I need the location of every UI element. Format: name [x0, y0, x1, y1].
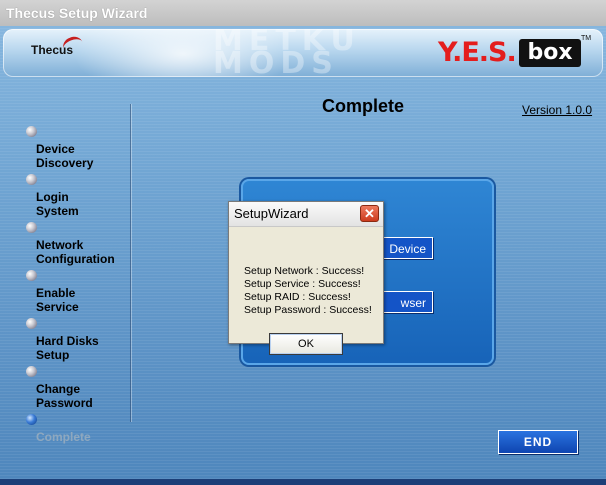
step-label-current: Complete — [36, 430, 91, 444]
step-bullet-icon — [26, 270, 37, 281]
setup-wizard-dialog: SetupWizard ✕ Setup Network : Success! S… — [228, 201, 384, 355]
dialog-title: SetupWizard — [234, 206, 309, 221]
window-title-bar[interactable]: Thecus Setup Wizard — [0, 0, 606, 26]
box-logo: box — [519, 39, 581, 67]
sidebar-divider — [130, 104, 131, 422]
step-label: Enable Service — [36, 286, 79, 314]
yes-logo: Y.E.S. — [438, 37, 517, 68]
step-label: Login System — [36, 190, 79, 218]
step-bullet-icon — [26, 222, 37, 233]
end-button[interactable]: END — [498, 430, 578, 454]
dialog-message-line: Setup Service : Success! — [244, 278, 361, 290]
header-banner: METKU MODS Thecus Y.E.S. box TM — [3, 29, 603, 77]
watermark-logo: METKU MODS — [213, 29, 361, 77]
page-title: Complete — [322, 96, 405, 116]
step-bullet-icon — [26, 366, 37, 377]
bottom-edge-bar — [0, 479, 606, 485]
trademark-mark: TM — [581, 35, 592, 42]
ok-button[interactable]: OK — [269, 333, 343, 355]
wizard-window: METKU MODS Thecus Y.E.S. box TM Complete … — [0, 26, 606, 485]
step-label: Change Password — [36, 382, 93, 410]
step-label: Network Configuration — [36, 238, 115, 266]
dialog-message-line: Setup Password : Success! — [244, 304, 372, 316]
step-bullet-icon — [26, 126, 37, 137]
step-bullet-icon — [26, 174, 37, 185]
dialog-message-line: Setup Network : Success! — [244, 265, 365, 277]
dialog-title-bar[interactable]: SetupWizard ✕ — [229, 202, 383, 227]
step-label: Hard Disks Setup — [36, 334, 99, 362]
step-bullet-icon — [26, 318, 37, 329]
window-title: Thecus Setup Wizard — [6, 5, 148, 21]
dialog-message-line: Setup RAID : Success! — [244, 291, 351, 303]
version-link[interactable]: Version 1.0.0 — [522, 103, 592, 117]
step-label: Device Discovery — [36, 142, 94, 170]
close-icon[interactable]: ✕ — [360, 205, 379, 222]
step-bullet-active-icon — [26, 414, 37, 425]
